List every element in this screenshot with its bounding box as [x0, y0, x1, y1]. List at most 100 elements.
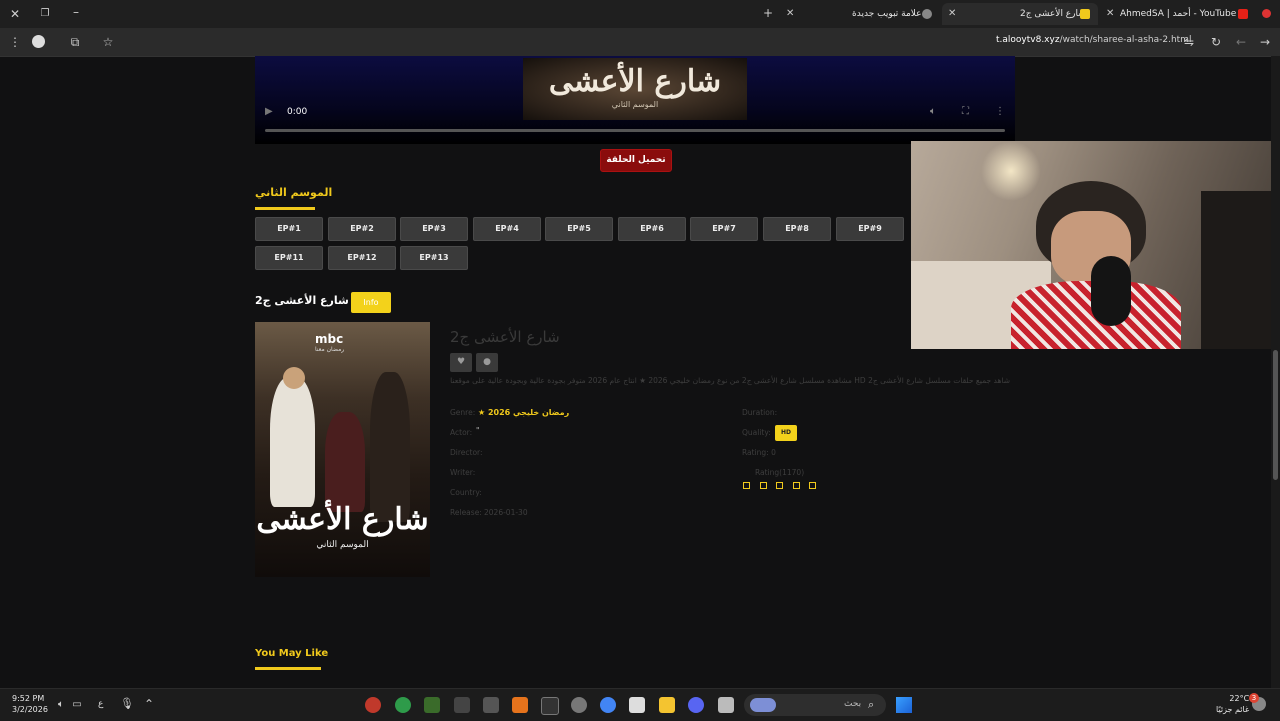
rating-star-icon[interactable] [743, 482, 750, 489]
store-icon[interactable] [629, 697, 645, 713]
favorite-heart-icon[interactable]: ♥ [450, 353, 472, 372]
rating-star-icon[interactable] [809, 482, 816, 489]
video-time: 0:00 [287, 107, 308, 117]
actor-value: " [476, 426, 480, 435]
extensions-icon[interactable]: ⧉ [68, 35, 82, 49]
weather-desc: غائم جزئيًا [1216, 705, 1250, 714]
video-progress-bar[interactable] [265, 129, 1005, 132]
genre-label: Genre: [450, 408, 476, 417]
reload-icon[interactable]: ↻ [1209, 35, 1223, 49]
series-description: شاهد جميع حلقات مسلسل شارع الأعشى ج2 HD … [450, 376, 1010, 385]
watchlist-clock-icon[interactable]: ● [476, 353, 498, 372]
episode-button[interactable]: EP#3 [400, 217, 468, 241]
chrome-icon[interactable] [600, 697, 616, 713]
genre-link[interactable]: ★ رمضان خليجي 2026 [478, 408, 569, 417]
play-icon[interactable]: ▶ [265, 106, 273, 117]
episode-button[interactable]: EP#1 [255, 217, 323, 241]
more-options-icon[interactable]: ⋮ [995, 106, 1005, 117]
episode-button[interactable]: EP#6 [618, 217, 686, 241]
volume-icon[interactable]: 🔈︎ [930, 106, 936, 117]
search-placeholder: بحث [844, 699, 862, 709]
episode-button[interactable]: EP#5 [545, 217, 613, 241]
poster-figure-head [283, 367, 305, 389]
network-icon[interactable]: ▭ [70, 698, 84, 712]
rating-star-icon[interactable] [760, 482, 767, 489]
tab-new-tab[interactable]: ✕ علامة تبويب جديدة [786, 3, 940, 25]
bookmark-star-icon[interactable]: ☆ [101, 35, 115, 49]
episode-button[interactable]: EP#7 [690, 217, 758, 241]
close-tab-icon[interactable]: ✕ [948, 3, 956, 25]
poster-figure-man [270, 377, 315, 507]
video-poster: شارع الأعشى الموسم الثاني [523, 58, 747, 120]
address-bar[interactable]: t.alooytv8.xyz/watch/sharee-al-asha-2.ht… [996, 35, 1191, 45]
input-language[interactable]: ع [98, 699, 103, 709]
close-window-icon[interactable]: ✕ [8, 7, 22, 21]
info-tab[interactable]: Info [351, 292, 391, 313]
chevron-up-icon[interactable]: ⌃ [142, 697, 156, 711]
new-tab-icon[interactable]: + [761, 6, 775, 20]
episode-button[interactable]: EP#13 [400, 246, 468, 270]
discord-icon[interactable] [688, 697, 704, 713]
duration-label: Duration: [742, 408, 778, 417]
app-icon-2[interactable] [395, 697, 411, 713]
video-player[interactable]: شارع الأعشى الموسم الثاني ▶ 0:00 🔈︎ ⛶ ⋮ [255, 56, 1015, 144]
app-icon-4[interactable] [454, 697, 470, 713]
settings-icon[interactable] [571, 697, 587, 713]
episode-button[interactable]: EP#11 [255, 246, 323, 270]
menu-icon[interactable]: ⋮ [8, 35, 22, 49]
video-poster-title: شارع الأعشى [548, 64, 722, 99]
episode-button[interactable]: EP#2 [328, 217, 396, 241]
close-tab-icon[interactable]: ✕ [786, 3, 794, 25]
poster-figure-girl [370, 372, 410, 522]
rating-count: Rating(1170) [755, 468, 805, 477]
season-title[interactable]: الموسم الثاني [255, 186, 332, 199]
writer-label: Writer: [450, 468, 476, 477]
rating-star-icon[interactable] [793, 482, 800, 489]
back-icon[interactable]: → [1258, 35, 1272, 49]
rating-label: Rating: 0 [742, 448, 776, 457]
app-icon-6[interactable] [512, 697, 528, 713]
poster-season: الموسم الثاني [316, 540, 369, 550]
episode-button[interactable]: EP#4 [473, 217, 541, 241]
tab-series-active[interactable]: ✕ شارع الأعشى ج2 [942, 3, 1098, 25]
minimize-window-icon[interactable]: – [69, 5, 83, 19]
series-title: شارع الأعشى ج2 [255, 294, 349, 307]
rating-star-icon[interactable] [776, 482, 783, 489]
lamp-glow [981, 141, 1041, 201]
taskbar-clock[interactable]: 9:52 PM 3/2/2026 [12, 693, 48, 715]
speaker-icon[interactable]: 🔈︎ [54, 698, 68, 712]
episode-button[interactable]: EP#12 [328, 246, 396, 270]
taskbar-search[interactable]: بحث ⌕ [744, 694, 886, 716]
release-label: Release: [450, 508, 482, 517]
app-icon-7[interactable] [541, 697, 559, 715]
close-tab-icon[interactable]: ✕ [1106, 3, 1114, 25]
tab-title: AhmedSA | أحمد - YouTube [1120, 9, 1237, 19]
download-episode-button[interactable]: تحميل الحلقة [600, 149, 672, 172]
tab-youtube[interactable]: ✕ AhmedSA | أحمد - YouTube [1100, 3, 1256, 25]
you-may-like-title: You May Like [255, 648, 329, 659]
info-title: شارع الأعشى ج2 [450, 328, 560, 346]
clock-date: 3/2/2026 [12, 705, 48, 714]
country-label: Country: [450, 488, 482, 497]
episode-button[interactable]: EP#8 [763, 217, 831, 241]
app-icon-3[interactable] [424, 697, 440, 713]
episode-button[interactable]: EP#9 [836, 217, 904, 241]
file-explorer-icon[interactable] [659, 697, 675, 713]
webcam-overlay [911, 141, 1280, 349]
release-value: 2026-01-30 [484, 508, 528, 517]
tab-title: شارع الأعشى ج2 [1020, 9, 1086, 19]
page-scrollbar-thumb[interactable] [1273, 350, 1278, 480]
forward-icon[interactable]: ← [1234, 35, 1248, 49]
app-icon-8[interactable] [718, 697, 734, 713]
notification-badge: 3 [1249, 693, 1259, 703]
app-icon-5[interactable] [483, 697, 499, 713]
profile-avatar-icon[interactable] [32, 35, 45, 48]
microphone-icon[interactable]: 🎙︎ [120, 697, 134, 711]
app-icon-1[interactable] [365, 697, 381, 713]
windows-start-icon[interactable] [896, 697, 912, 713]
tune-icon[interactable]: ⇋ [1182, 35, 1196, 49]
fullscreen-icon[interactable]: ⛶ [962, 106, 969, 117]
restore-window-icon[interactable]: ❐ [38, 7, 52, 21]
weather-widget[interactable]: 22°C غائم جزئيًا [1216, 693, 1249, 715]
tab-bar: ✕ ❐ – + ✕ علامة تبويب جديدة ✕ شارع الأعش… [0, 0, 1280, 28]
